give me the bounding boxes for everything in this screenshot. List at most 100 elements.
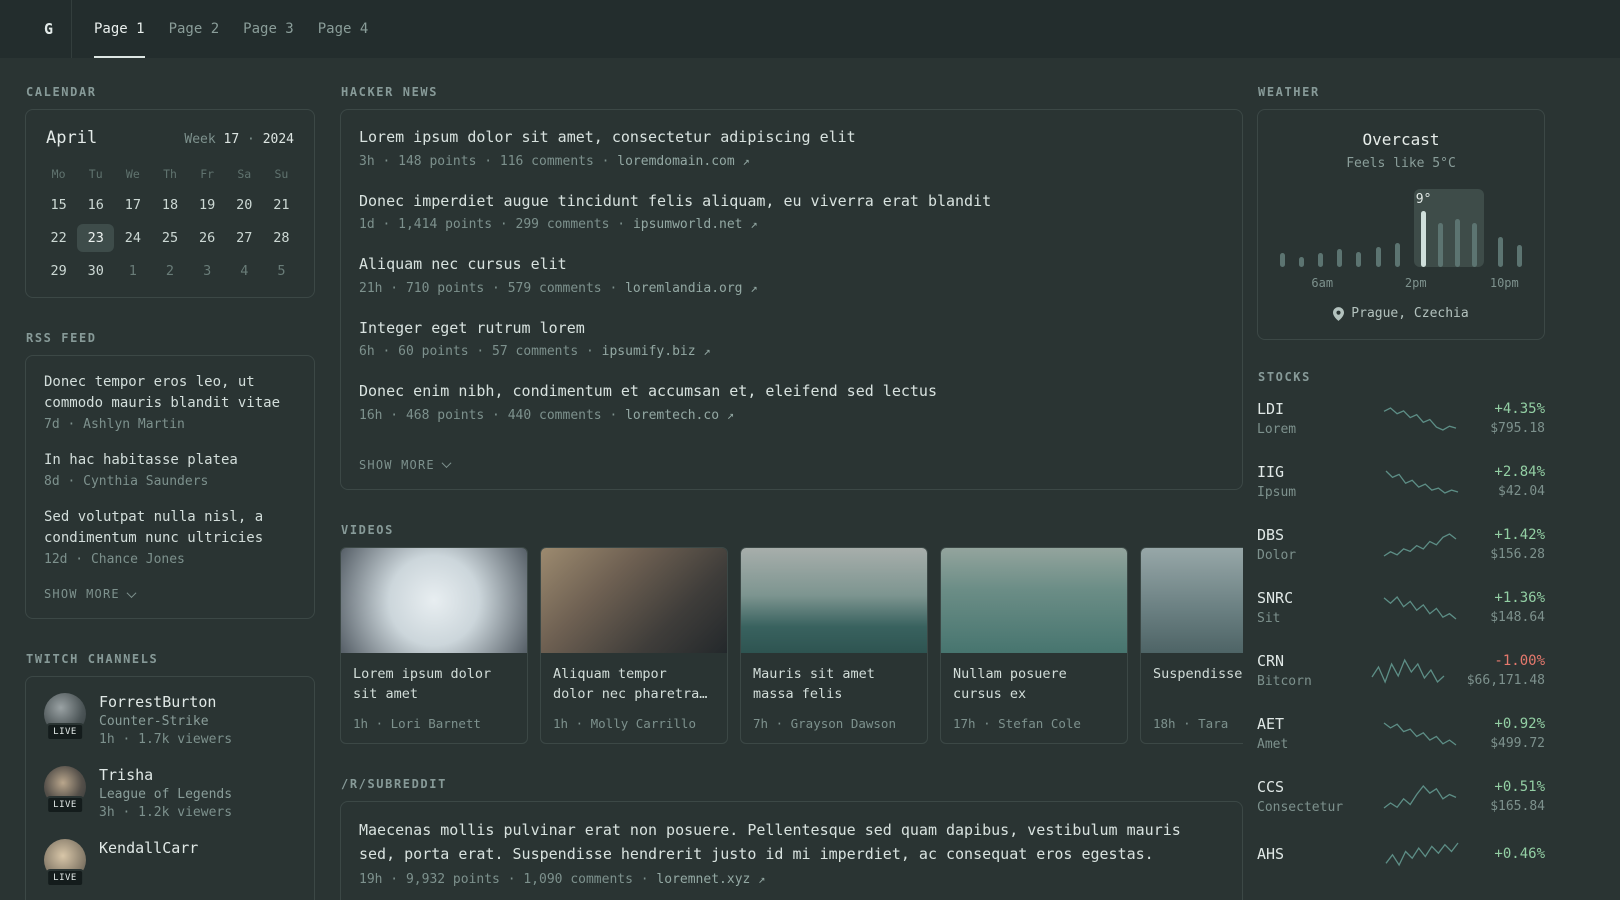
video-card[interactable]: Lorem ipsum dolor sit amet consectetu… 1… — [340, 546, 528, 744]
calendar-month: April — [46, 128, 98, 148]
video-thumbnail — [741, 547, 927, 653]
rss-show-more-button[interactable]: SHOW MORE — [44, 587, 137, 601]
news-meta-text: 3h · 148 points · 116 comments · — [359, 153, 610, 169]
stock-values: +1.36% $148.64 — [1490, 590, 1545, 625]
calendar-day: 27 — [236, 230, 253, 246]
rss-title: RSS FEED — [26, 331, 97, 345]
tab-page-2[interactable]: Page 2 — [157, 0, 232, 58]
calendar-week-number: 17 — [223, 132, 240, 147]
stock-row[interactable]: DBS Dolor +1.42% $156.28 — [1257, 526, 1545, 563]
calendar-weekday: Sa — [237, 167, 252, 181]
tab-page-1[interactable]: Page 1 — [82, 0, 157, 58]
stock-values: +1.42% $156.28 — [1490, 527, 1545, 562]
calendar-week-info: Week 17 · 2024 — [184, 132, 294, 147]
stock-symbol: CCS — [1257, 778, 1285, 796]
news-domain-link[interactable]: ipsumworld.net — [633, 217, 743, 232]
video-thumbnail — [1141, 547, 1243, 653]
news-item-link[interactable]: Aliquam nec cursus elit — [359, 253, 1224, 276]
calendar-day: 16 — [87, 197, 104, 213]
weather-bar — [1394, 243, 1400, 267]
twitch-title: TWITCH CHANNELS — [26, 652, 159, 666]
stock-row[interactable]: AHS +0.46% — [1257, 841, 1545, 867]
news-item-link[interactable]: Donec imperdiet augue tincidunt felis al… — [359, 190, 1224, 213]
video-card[interactable]: Nullam posuere cursus ex 17h · Stefan Co… — [940, 546, 1128, 744]
channel-name[interactable]: KendallCarr — [99, 839, 198, 857]
calendar-day: 21 — [273, 197, 290, 213]
stock-sparkline — [1349, 841, 1494, 867]
video-card[interactable]: Mauris sit amet massa felis 7h · Grayson… — [740, 546, 928, 744]
chevron-down-icon — [441, 458, 452, 469]
video-title: Suspendisse diam — [1153, 665, 1243, 682]
subreddit-title: /R/SUBREDDIT — [341, 776, 447, 791]
right-column: WEATHER Overcast Feels like 5°C 9° 6am 2… — [1257, 85, 1545, 900]
stock-row[interactable]: CCS Consectetur +0.51% $165.84 — [1257, 778, 1545, 815]
news-domain-link[interactable]: loremlandia.org — [625, 281, 742, 296]
left-column: CALENDAR April Week 17 · 2024 Mo Tu We T… — [25, 85, 315, 900]
tab-page-3[interactable]: Page 3 — [231, 0, 306, 58]
news-meta-text: 6h · 60 points · 57 comments · — [359, 344, 594, 359]
news-item: Integer eget rutrum lorem 6h · 60 points… — [359, 317, 1224, 360]
stock-id: CCS Consectetur — [1257, 778, 1349, 815]
news-item-link[interactable]: Donec enim nibh, condimentum et accumsan… — [359, 380, 1224, 403]
video-card[interactable]: Aliquam tempor dolor nec pharetra… 1h · … — [540, 546, 728, 744]
stock-change: -1.00% — [1494, 653, 1545, 669]
channel-name[interactable]: ForrestBurton — [99, 693, 232, 711]
stock-price: $156.28 — [1490, 547, 1545, 562]
stock-symbol: CRN — [1257, 652, 1285, 670]
calendar-weekday: Th — [163, 167, 177, 181]
weather-location: Prague, Czechia — [1278, 306, 1524, 321]
app-logo[interactable]: G — [26, 0, 72, 58]
calendar-weekday: Mo — [51, 167, 66, 181]
news-item-link[interactable]: Integer eget rutrum lorem — [359, 317, 1224, 340]
video-thumbnail — [541, 547, 727, 653]
stock-row[interactable]: SNRC Sit +1.36% $148.64 — [1257, 589, 1545, 626]
weather-widget: WEATHER Overcast Feels like 5°C 9° 6am 2… — [1257, 85, 1545, 340]
reddit-domain-link[interactable]: loremnet.xyz — [656, 872, 750, 887]
stock-change: +0.92% — [1494, 716, 1545, 732]
reddit-post-link[interactable]: Maecenas mollis pulvinar erat non posuer… — [359, 818, 1224, 868]
calendar-weekday: Fr — [200, 167, 215, 181]
calendar-day-selected: 23 — [77, 224, 115, 252]
news-domain-link[interactable]: ipsumify.biz — [602, 344, 696, 359]
live-badge: LIVE — [46, 869, 84, 887]
channel-meta: 3h · 1.2k viewers — [99, 805, 233, 820]
rss-item-link[interactable]: Sed volutpat nulla nisl, a condimentum n… — [44, 507, 296, 549]
stock-values: +0.92% $499.72 — [1490, 716, 1545, 751]
tab-page-4[interactable]: Page 4 — [306, 0, 381, 58]
stock-symbol: DBS — [1257, 526, 1285, 544]
stock-price: $165.84 — [1490, 799, 1545, 814]
twitch-channel-row[interactable]: LIVE KendallCarr — [44, 839, 296, 887]
stock-id: IIG Ipsum — [1257, 463, 1349, 500]
news-item-link[interactable]: Lorem ipsum dolor sit amet, consectetur … — [359, 126, 1224, 149]
news-domain-link[interactable]: loremdomain.com — [617, 154, 734, 169]
news-domain-link[interactable]: loremtech.co — [625, 408, 719, 423]
news-item-meta: 6h · 60 points · 57 comments · ipsumify.… — [359, 344, 1224, 359]
stock-row[interactable]: LDI Lorem +4.35% $795.18 — [1257, 400, 1545, 437]
hacker-news-show-more-button[interactable]: SHOW MORE — [359, 458, 452, 472]
stock-row[interactable]: CRN Bitcorn -1.00% $66,171.48 — [1257, 652, 1545, 689]
weather-time-labels: 6am 2pm 10pm — [1278, 276, 1524, 290]
rss-item-link[interactable]: In hac habitasse platea — [44, 450, 296, 471]
weather-bar — [1454, 219, 1460, 267]
stock-row[interactable]: AET Amet +0.92% $499.72 — [1257, 715, 1545, 752]
rss-item-link[interactable]: Donec tempor eros leo, ut commodo mauris… — [44, 372, 296, 414]
stock-symbol: IIG — [1257, 463, 1285, 481]
channel-name[interactable]: Trisha — [99, 766, 232, 784]
video-meta: 1h · Molly Carrillo — [553, 715, 696, 731]
hacker-news-title: HACKER NEWS — [341, 85, 439, 99]
stock-sparkline — [1349, 406, 1490, 432]
location-pin-icon — [1333, 306, 1345, 321]
calendar-weekday: We — [125, 167, 140, 181]
video-title: Lorem ipsum dolor sit amet consectetu… — [353, 665, 492, 708]
twitch-channel-row[interactable]: LIVE Trisha League of Legends 3h · 1.2k … — [44, 766, 296, 820]
stocks-title: STOCKS — [1258, 370, 1311, 384]
twitch-channel-row[interactable]: LIVE ForrestBurton Counter-Strike 1h · 1… — [44, 693, 296, 747]
hacker-news-card: Lorem ipsum dolor sit amet, consectetur … — [340, 109, 1243, 490]
stock-id: AHS — [1257, 845, 1349, 863]
weather-bar — [1299, 257, 1305, 267]
stock-row[interactable]: IIG Ipsum +2.84% $42.04 — [1257, 463, 1545, 500]
video-card[interactable]: Suspendisse diam 18h · Tara — [1140, 546, 1243, 744]
stock-sparkline — [1349, 784, 1490, 810]
weather-bar — [1420, 211, 1426, 267]
stock-name: Amet — [1257, 737, 1289, 752]
